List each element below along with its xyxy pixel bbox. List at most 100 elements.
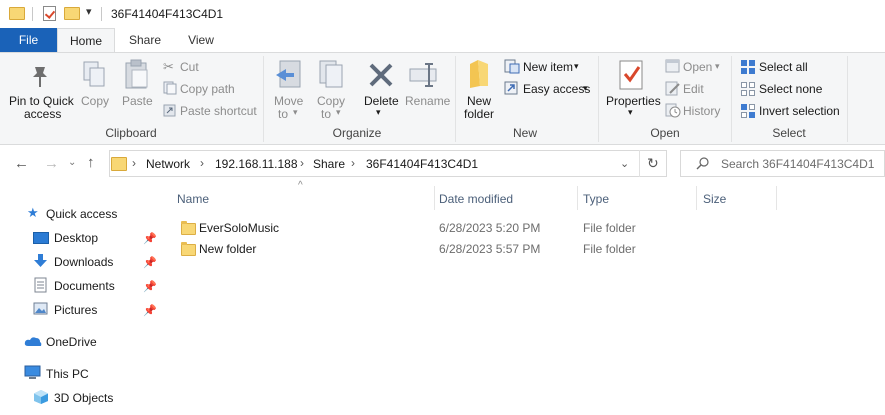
3d-objects-icon xyxy=(34,390,48,404)
pin-label-1: Pin to Quick xyxy=(9,94,74,108)
paste-shortcut-icon xyxy=(163,104,176,117)
column-header-name[interactable]: Name xyxy=(177,192,209,206)
column-header-size[interactable]: Size xyxy=(703,192,726,206)
chevron-down-icon: ▾ xyxy=(336,107,341,117)
scissors-icon: ✂ xyxy=(163,59,174,74)
back-arrow-icon[interactable]: ← xyxy=(14,155,29,172)
folder-icon xyxy=(181,242,196,256)
toolbar-separator xyxy=(32,7,33,21)
organize-group-label: Organize xyxy=(332,126,382,140)
recent-locations-chevron-icon[interactable]: ⌄ xyxy=(68,157,76,168)
this-pc-icon xyxy=(24,365,41,379)
column-header-type[interactable]: Type xyxy=(583,192,609,206)
open-icon xyxy=(665,59,680,73)
customize-quick-access-icon[interactable]: ▾ xyxy=(86,5,92,18)
column-separator[interactable] xyxy=(434,186,435,210)
easy-access-icon xyxy=(504,81,518,95)
folder-icon xyxy=(181,221,196,235)
tab-file[interactable]: File xyxy=(0,28,57,52)
nav-label: 3D Objects xyxy=(54,391,114,405)
properties-quick-icon[interactable] xyxy=(43,6,56,21)
breadcrumb-ip[interactable]: 192.168.11.188 xyxy=(215,157,298,171)
tab-share[interactable]: Share xyxy=(122,28,168,52)
search-icon xyxy=(696,157,709,170)
breadcrumb-current-folder[interactable]: 36F41404F413C4D1 xyxy=(366,157,478,171)
copy-icon xyxy=(83,61,105,87)
select-none-label: Select none xyxy=(759,82,823,96)
history-icon xyxy=(665,103,681,118)
chevron-down-icon: ▾ xyxy=(574,61,579,71)
refresh-icon[interactable]: ↻ xyxy=(647,155,659,172)
delete-label: Delete xyxy=(364,94,399,108)
edit-label: Edit xyxy=(683,82,704,96)
chevron-down-icon: ▾ xyxy=(715,61,720,71)
move-to-label: to xyxy=(278,107,289,121)
search-input[interactable]: Search 36F41404F413C4D1 xyxy=(721,157,874,171)
new-folder-label-1: New xyxy=(467,94,492,108)
nav-label: Documents xyxy=(54,279,115,293)
column-separator[interactable] xyxy=(776,186,777,210)
toolbar-separator xyxy=(101,7,102,21)
nav-label: Desktop xyxy=(54,231,99,245)
select-all-label: Select all xyxy=(759,60,808,74)
invert-selection-label: Invert selection xyxy=(759,104,840,118)
group-separator xyxy=(263,56,264,142)
breadcrumb-network[interactable]: Network xyxy=(146,157,190,171)
copy-path-label: Copy path xyxy=(180,82,235,96)
pin-icon[interactable]: 📌 xyxy=(143,304,157,317)
rename-icon xyxy=(409,63,437,87)
new-folder-quick-icon[interactable] xyxy=(64,7,80,20)
breadcrumb-chevron-icon[interactable]: › xyxy=(132,156,136,170)
delete-x-icon xyxy=(369,63,393,87)
column-separator[interactable] xyxy=(577,186,578,210)
forward-arrow-icon[interactable]: → xyxy=(44,155,59,172)
up-arrow-icon[interactable]: ↑ xyxy=(87,154,95,171)
select-all-icon xyxy=(741,60,755,74)
copy-path-icon xyxy=(163,81,177,95)
pin-icon[interactable]: 📌 xyxy=(143,232,157,245)
address-separator xyxy=(639,150,640,177)
file-name: New folder xyxy=(199,242,257,256)
chevron-down-icon: ▾ xyxy=(293,107,298,117)
breadcrumb-chevron-icon[interactable]: › xyxy=(300,156,304,170)
pin-icon xyxy=(33,67,47,87)
tab-view[interactable]: View xyxy=(180,28,222,52)
nav-label: OneDrive xyxy=(46,335,97,349)
pin-icon[interactable]: 📌 xyxy=(143,256,157,269)
folder-icon xyxy=(9,7,25,20)
breadcrumb-share[interactable]: Share xyxy=(313,157,345,171)
pictures-icon xyxy=(33,302,48,315)
new-item-icon xyxy=(504,59,520,74)
pin-label-2: access xyxy=(24,107,62,121)
downloads-icon xyxy=(34,254,47,267)
group-separator xyxy=(455,56,456,142)
file-type: File folder xyxy=(583,221,636,235)
nav-label: Pictures xyxy=(54,303,98,317)
nav-label: Downloads xyxy=(54,255,114,269)
group-separator xyxy=(598,56,599,142)
breadcrumb-chevron-icon[interactable]: › xyxy=(200,156,204,170)
properties-icon xyxy=(619,60,643,90)
tab-home[interactable]: Home xyxy=(57,28,115,52)
documents-icon xyxy=(34,277,47,293)
chevron-down-icon: ▾ xyxy=(376,107,381,117)
breadcrumb-chevron-icon[interactable]: › xyxy=(351,156,355,170)
move-to-icon xyxy=(276,60,301,88)
clipboard-group-label: Clipboard xyxy=(105,126,157,140)
column-separator[interactable] xyxy=(696,186,697,210)
address-history-chevron-icon[interactable]: ⌄ xyxy=(620,157,629,170)
file-type: File folder xyxy=(583,242,636,256)
paste-shortcut-label: Paste shortcut xyxy=(180,104,257,118)
new-item-label: New item xyxy=(523,60,574,74)
new-folder-label-2: folder xyxy=(464,107,495,121)
column-header-date[interactable]: Date modified xyxy=(439,192,513,206)
group-separator xyxy=(847,56,848,142)
paste-label: Paste xyxy=(122,94,153,108)
cut-label: Cut xyxy=(180,60,199,74)
new-group-label: New xyxy=(512,126,537,140)
copy-to-label-2: to xyxy=(321,107,332,121)
folder-icon xyxy=(111,157,127,171)
pin-icon[interactable]: 📌 xyxy=(143,280,157,293)
chevron-down-icon: ▾ xyxy=(583,83,588,93)
copy-to-label-1: Copy xyxy=(317,94,346,108)
